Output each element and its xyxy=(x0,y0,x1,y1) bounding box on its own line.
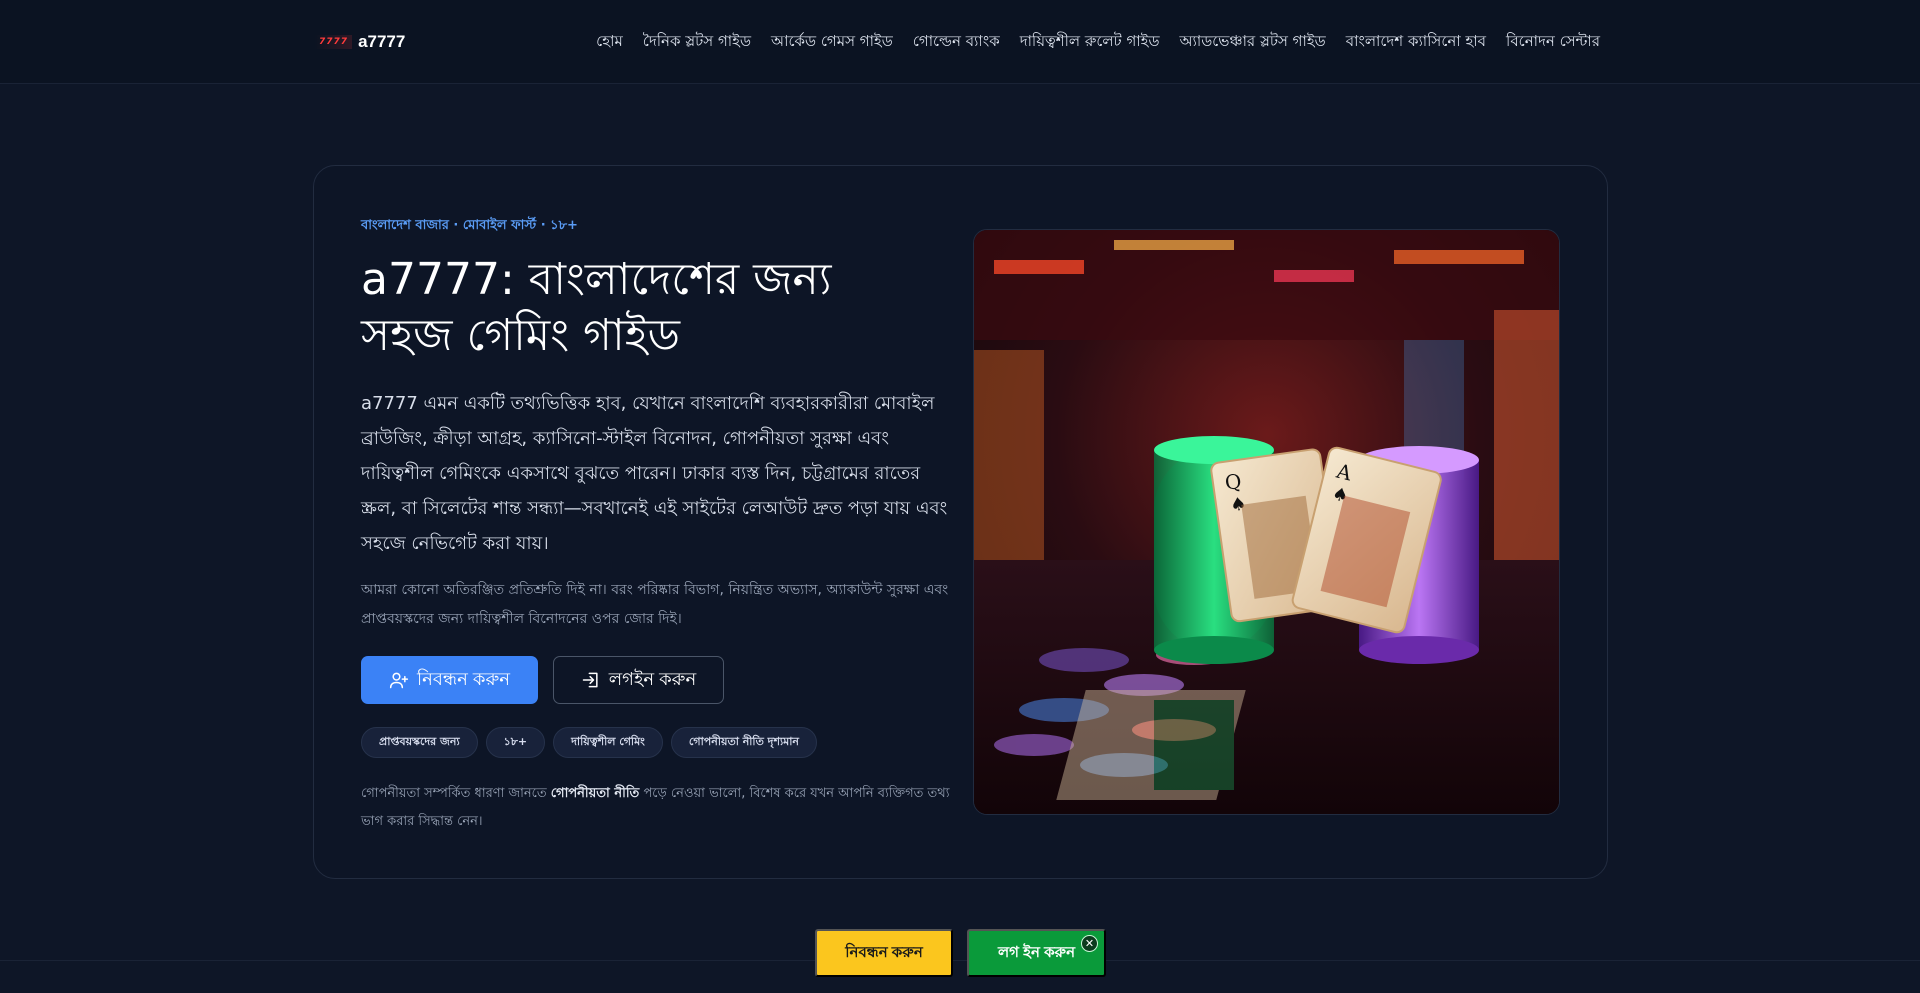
nav-item-daily-slots[interactable]: দৈনিক স্লটস গাইড xyxy=(643,30,751,55)
brand-logo[interactable]: 7777 xyxy=(315,35,353,49)
nav-item-casino-hub[interactable]: বাংলাদেশ ক্যাসিনো হাব xyxy=(1346,30,1486,55)
close-icon[interactable]: ✕ xyxy=(1081,935,1098,952)
privacy-policy-link[interactable]: গোপনীয়তা নীতি xyxy=(551,786,640,801)
nav-item-home[interactable]: হোম xyxy=(596,30,623,55)
nav-item-adventure-slots[interactable]: অ্যাডভেঞ্চার স্লটস গাইড xyxy=(1180,30,1326,55)
tag-responsible-gaming: দায়িত্বশীল গেমিং xyxy=(553,727,663,758)
page-title: a7777: বাংলাদেশের জন্য সহজ গেমিং গাইড xyxy=(361,254,832,361)
privacy-note-before: গোপনীয়তা সম্পর্কিত ধারণা জানতে xyxy=(361,786,551,801)
hero-image: Q ♠ A ♠ xyxy=(973,229,1560,815)
hero-note: আমরা কোনো অতিরঞ্জিত প্রতিশ্রুতি দিই না। … xyxy=(361,582,949,627)
tag-privacy-visible: গোপনীয়তা নীতি দৃশ্যমান xyxy=(670,727,818,758)
footer-divider xyxy=(0,960,1920,961)
login-icon xyxy=(582,672,598,688)
nav-item-arcade[interactable]: আর্কেড গেমস গাইড xyxy=(771,30,893,55)
tag-adults: প্রাপ্তবয়স্কদের জন্য xyxy=(361,727,478,758)
tag-18plus: ১৮+ xyxy=(485,727,546,758)
login-button[interactable]: লগইন করুন xyxy=(553,656,724,704)
sticky-register-button[interactable]: নিবন্ধন করুন xyxy=(815,929,953,977)
nav-item-roulette[interactable]: দায়িত্বশীল রুলেট গাইড xyxy=(1020,30,1160,55)
brand-name[interactable]: a7777 xyxy=(358,32,405,52)
main-nav: হোম দৈনিক স্লটস গাইড আর্কেড গেমস গাইড গো… xyxy=(596,30,1600,55)
nav-item-entertainment[interactable]: বিনোদন সেন্টার xyxy=(1506,30,1600,55)
hero-lead: a7777 এমন একটি তথ্যভিত্তিক হাব, যেখানে ব… xyxy=(361,393,948,554)
site-header: 7777 a7777 হোম দৈনিক স্লটস গাইড আর্কেড গ… xyxy=(0,0,1920,84)
hero-card: বাংলাদেশ বাজার · মোবাইল ফার্স্ট · ১৮+ a7… xyxy=(313,165,1608,879)
hero-eyebrow: বাংলাদেশ বাজার · মোবাইল ফার্স্ট · ১৮+ xyxy=(361,218,578,233)
user-plus-icon xyxy=(389,672,409,689)
brand[interactable]: 7777 a7777 xyxy=(315,28,405,56)
svg-text:Q: Q xyxy=(1223,469,1243,495)
nav-item-golden-bank[interactable]: গোল্ডেন ব্যাংক xyxy=(913,30,1000,55)
login-button-label: লগইন করুন xyxy=(608,668,697,689)
tag-list: প্রাপ্তবয়স্কদের জন্য ১৮+ দায়িত্বশীল গে… xyxy=(361,727,818,758)
privacy-note: গোপনীয়তা সম্পর্কিত ধারণা জানতে গোপনীয়ত… xyxy=(361,780,951,836)
register-button-label: নিবন্ধন করুন xyxy=(416,668,511,689)
register-button[interactable]: নিবন্ধন করুন xyxy=(361,656,538,704)
